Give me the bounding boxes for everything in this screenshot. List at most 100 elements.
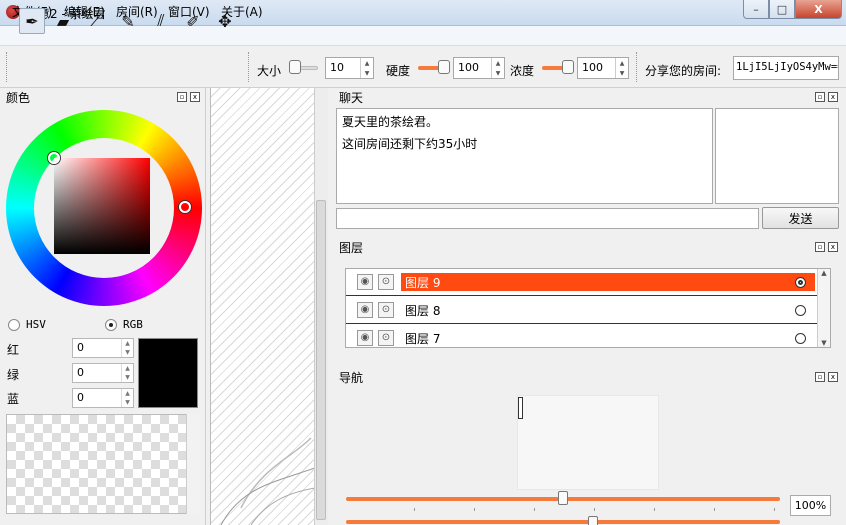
density-spinbox[interactable]: 100 ▲ ▼ xyxy=(577,57,629,79)
float-panel-icon[interactable]: ▫ xyxy=(815,92,825,102)
density-label: 浓度 xyxy=(510,64,535,78)
density-slider-knob[interactable] xyxy=(562,60,574,74)
color-panel-title: 颜色 xyxy=(6,91,31,105)
red-label: 红 xyxy=(7,343,20,357)
slider-tick xyxy=(594,508,595,511)
slider-tick xyxy=(654,508,655,511)
toolbar-separator xyxy=(248,52,251,82)
layer-select-radio[interactable] xyxy=(795,305,806,316)
scroll-up-icon[interactable]: ▲ xyxy=(818,269,830,277)
layer-row[interactable]: ◉ ⊙ 图层 9 xyxy=(346,269,818,296)
hue-picker-marker[interactable] xyxy=(179,201,191,213)
close-button[interactable]: X xyxy=(795,0,842,19)
spin-arrows-icon[interactable]: ▲ ▼ xyxy=(121,389,133,407)
hsv-label: HSV xyxy=(26,318,46,331)
spin-arrows-icon[interactable]: ▲ ▼ xyxy=(360,58,373,78)
slider-tick xyxy=(714,508,715,511)
sv-picker-marker[interactable] xyxy=(48,152,60,164)
hardness-slider[interactable] xyxy=(416,46,450,88)
navigator-preview[interactable] xyxy=(517,395,659,490)
share-room-code-field[interactable]: 1LjI5LjIyOS4yMw== xyxy=(733,56,839,80)
slider-tick xyxy=(774,508,775,511)
canvas-sketch xyxy=(220,437,315,525)
red-spinbox[interactable]: 0 ▲ ▼ xyxy=(72,338,134,358)
chat-log: 夏天里的茶绘君。 这间房间还剩下约35小时 xyxy=(336,108,713,204)
layer-name: 图层 7 xyxy=(405,332,441,346)
chat-user-list xyxy=(715,108,839,204)
pen-tool-button[interactable]: ✒ xyxy=(19,8,45,34)
close-panel-icon[interactable]: x xyxy=(190,92,200,102)
close-panel-icon[interactable]: x xyxy=(828,242,838,252)
current-color-swatch[interactable] xyxy=(138,338,198,408)
send-button[interactable]: 发送 xyxy=(762,207,839,229)
toolbar-grip xyxy=(6,52,9,82)
layer-row[interactable]: ◉ ⊙ 图层 8 xyxy=(346,297,818,324)
zoom-slider-knob[interactable] xyxy=(558,491,568,505)
pencil-tool-button[interactable]: ✎ xyxy=(115,8,141,34)
chat-panel-title: 聊天 xyxy=(339,91,364,105)
hsv-radio[interactable] xyxy=(8,319,20,331)
eraser-tool-button[interactable]: ▰ xyxy=(50,8,76,34)
maximize-button[interactable]: □ xyxy=(769,0,795,19)
minimize-button[interactable]: – xyxy=(743,0,769,19)
size-spinbox[interactable]: 10 ▲ ▼ xyxy=(325,57,374,79)
hardness-slider-knob[interactable] xyxy=(438,60,450,74)
brush-tool-button[interactable]: ⟋ xyxy=(83,8,109,34)
spin-arrows-icon[interactable]: ▲ ▼ xyxy=(491,58,504,78)
float-panel-icon[interactable]: ▫ xyxy=(177,92,187,102)
rgb-radio[interactable] xyxy=(105,319,117,331)
spin-arrows-icon[interactable]: ▲ ▼ xyxy=(615,58,628,78)
layer-panel-title: 图层 xyxy=(339,241,364,255)
close-panel-icon[interactable]: x xyxy=(828,372,838,382)
float-panel-icon[interactable]: ▫ xyxy=(815,372,825,382)
blue-value: 0 xyxy=(77,391,84,404)
layer-row[interactable]: ◉ ⊙ 图层 7 xyxy=(346,325,818,347)
green-value: 0 xyxy=(77,366,84,379)
drawing-canvas[interactable] xyxy=(210,88,328,525)
visibility-eye-icon[interactable]: ◉ xyxy=(357,330,373,346)
layer-select-radio[interactable] xyxy=(795,333,806,344)
close-panel-icon[interactable]: x xyxy=(828,92,838,102)
palette-scrollbar[interactable] xyxy=(186,414,200,514)
chat-input[interactable] xyxy=(336,208,759,229)
rgb-label: RGB xyxy=(123,318,143,331)
color-palette[interactable] xyxy=(6,414,200,514)
watercolor-tool-button[interactable]: ⫽ xyxy=(148,8,174,34)
share-room-label: 分享您的房间: xyxy=(645,64,722,78)
red-value: 0 xyxy=(77,341,84,354)
chat-message: 这间房间还剩下约35小时 xyxy=(342,137,478,151)
canvas-scrollbar-thumb[interactable] xyxy=(316,200,326,520)
size-slider-knob[interactable] xyxy=(289,60,302,74)
density-slider[interactable] xyxy=(540,46,574,88)
chat-message: 夏天里的茶绘君。 xyxy=(342,115,439,129)
visibility-eye-icon[interactable]: ◉ xyxy=(357,274,373,290)
scroll-down-icon[interactable]: ▼ xyxy=(818,339,830,347)
size-slider[interactable] xyxy=(288,46,320,88)
spin-arrows-icon[interactable]: ▲ ▼ xyxy=(121,364,133,382)
navigator-panel-title: 导航 xyxy=(339,371,364,385)
hardness-spinbox[interactable]: 100 ▲ ▼ xyxy=(453,57,505,79)
zoom-value-field[interactable]: 100% xyxy=(790,495,831,516)
hardness-label: 硬度 xyxy=(386,64,411,78)
rotation-slider-track[interactable] xyxy=(346,520,780,524)
rotation-slider-knob[interactable] xyxy=(588,516,598,525)
float-panel-icon[interactable]: ▫ xyxy=(815,242,825,252)
green-spinbox[interactable]: 0 ▲ ▼ xyxy=(72,363,134,383)
navigator-view-marker[interactable] xyxy=(518,397,523,419)
saturation-value-square[interactable] xyxy=(54,158,150,254)
blue-label: 蓝 xyxy=(7,392,20,406)
hardness-value: 100 xyxy=(458,61,479,74)
lock-eye-icon[interactable]: ⊙ xyxy=(378,302,394,318)
lock-eye-icon[interactable]: ⊙ xyxy=(378,274,394,290)
green-label: 绿 xyxy=(7,368,20,382)
move-tool-button[interactable]: ✥ xyxy=(212,8,238,34)
visibility-eye-icon[interactable]: ◉ xyxy=(357,302,373,318)
size-label: 大小 xyxy=(257,64,282,78)
airbrush-tool-button[interactable]: ✐ xyxy=(180,8,206,34)
layer-scrollbar[interactable]: ▲ ▼ xyxy=(817,269,830,347)
size-value: 10 xyxy=(330,61,344,74)
blue-spinbox[interactable]: 0 ▲ ▼ xyxy=(72,388,134,408)
spin-arrows-icon[interactable]: ▲ ▼ xyxy=(121,339,133,357)
layer-select-radio[interactable] xyxy=(795,277,806,288)
lock-eye-icon[interactable]: ⊙ xyxy=(378,330,394,346)
